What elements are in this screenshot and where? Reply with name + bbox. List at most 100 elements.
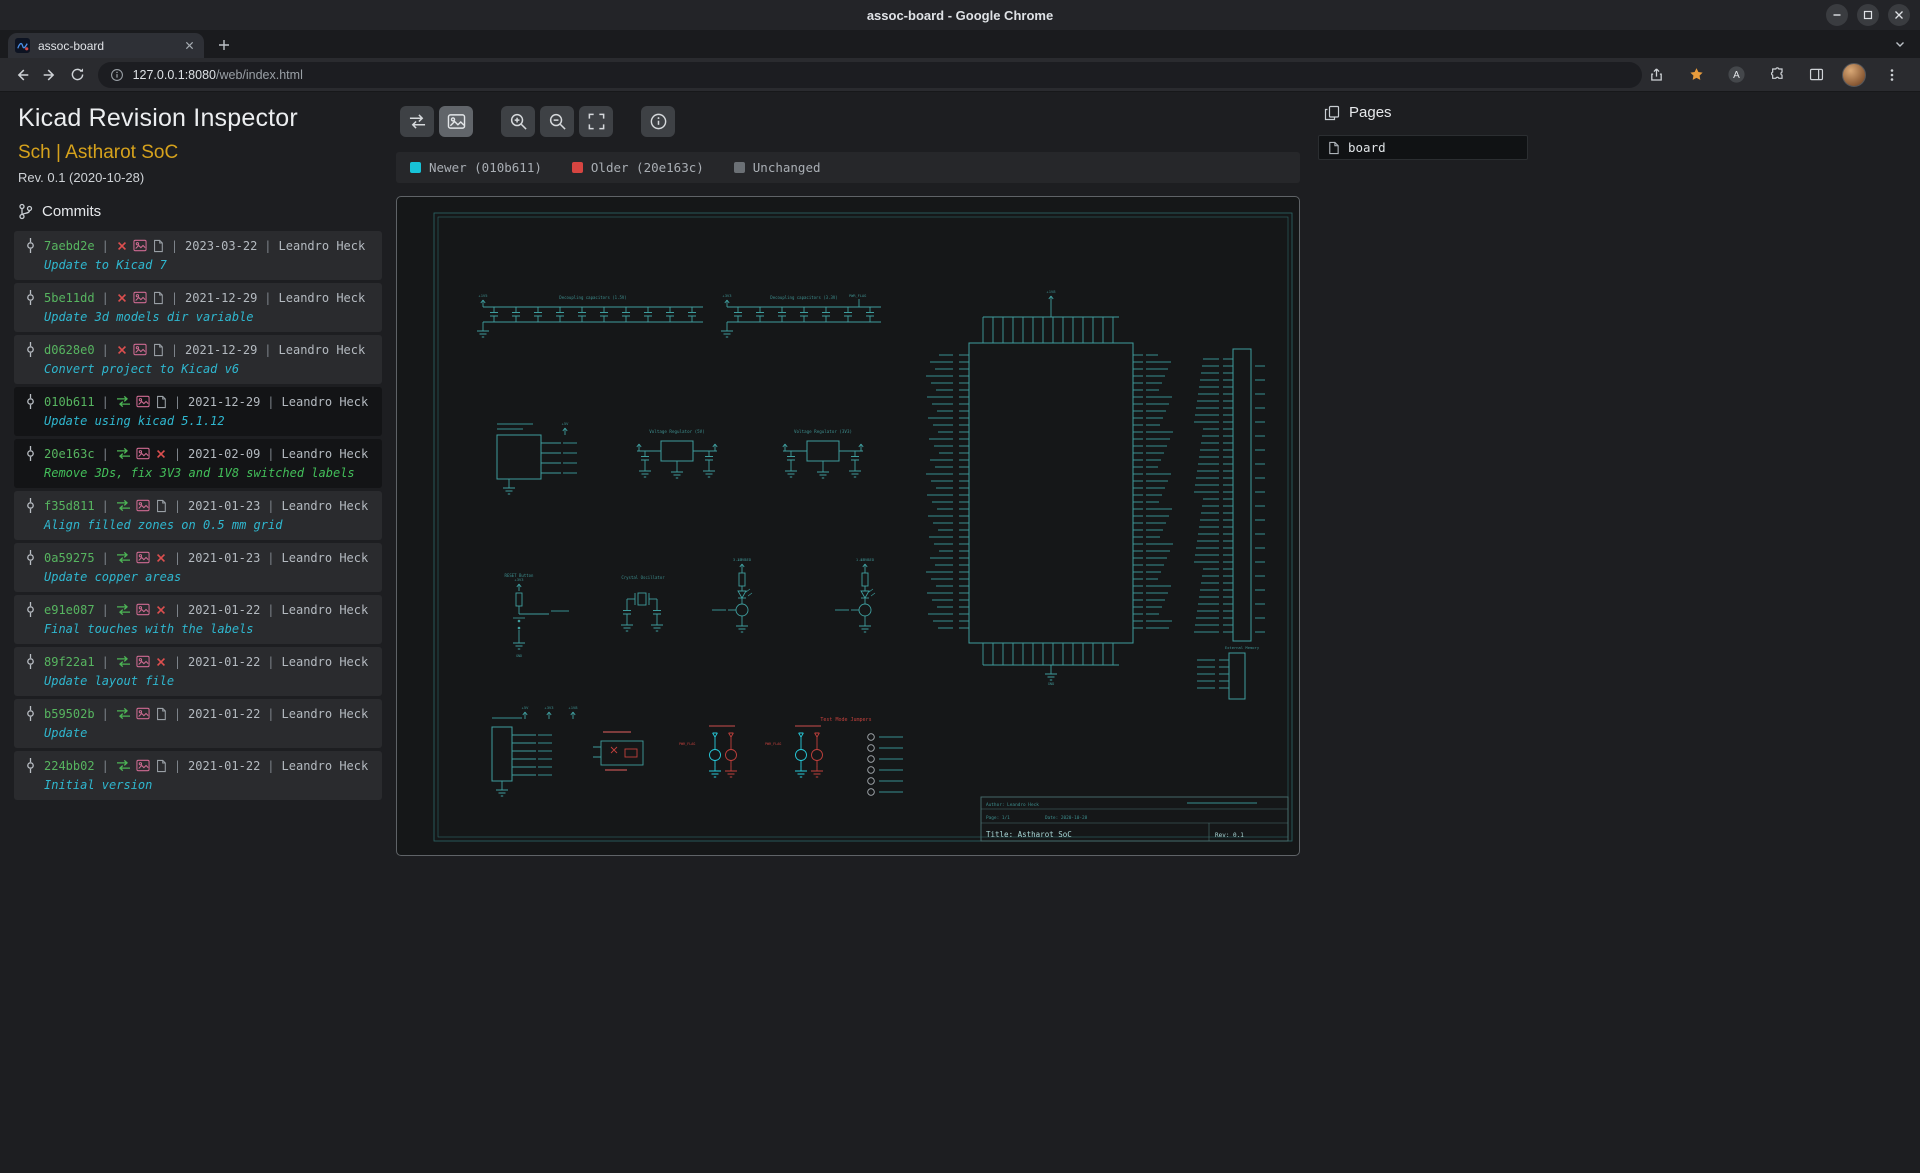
reload-button[interactable]	[64, 61, 92, 89]
forward-button[interactable]	[36, 61, 64, 89]
window-minimize-button[interactable]	[1826, 4, 1848, 26]
commit-node-icon	[24, 654, 37, 669]
git-branch-icon	[18, 203, 33, 220]
profile-avatar[interactable]	[1842, 63, 1866, 87]
legend-item: Unchanged	[734, 160, 821, 175]
url-bar[interactable]: 127.0.0.1:8080/web/index.html	[98, 62, 1642, 88]
pages-heading: Pages	[1324, 104, 1528, 121]
commit-item[interactable]: 224bb02||2021-01-22|Leandro HeckInitial …	[14, 751, 382, 800]
commit-meta: 20e163c||2021-02-09|Leandro Heck	[24, 446, 372, 461]
separator: |	[102, 603, 109, 617]
commit-author: Leandro Heck	[279, 291, 366, 305]
swap-icon	[116, 655, 131, 668]
window-close-button[interactable]	[1888, 4, 1910, 26]
back-button[interactable]	[8, 61, 36, 89]
commit-date: 2021-12-29	[185, 291, 257, 305]
commit-meta: 0a59275||2021-01-23|Leandro Heck	[24, 550, 372, 565]
commit-message: Align filled zones on 0.5 mm grid	[44, 518, 372, 533]
commit-status-icons	[116, 759, 167, 773]
commit-item[interactable]: 5be11dd||2021-12-29|Leandro HeckUpdate 3…	[14, 283, 382, 332]
svg-text:Decoupling capacitors (3.3V): Decoupling capacitors (3.3V)	[770, 295, 837, 300]
swap-icon	[116, 759, 131, 772]
separator: |	[267, 447, 274, 461]
separator: |	[102, 655, 109, 669]
commit-item[interactable]: e91e087||2021-01-22|Leandro HeckFinal to…	[14, 595, 382, 644]
separator: |	[171, 343, 178, 357]
site-info-icon[interactable]	[110, 68, 124, 82]
tab-search-chevron-icon[interactable]	[1890, 34, 1910, 54]
commit-status-icons	[116, 499, 167, 513]
commit-item[interactable]: d0628e0||2021-12-29|Leandro HeckConvert …	[14, 335, 382, 384]
swap-icon	[116, 603, 131, 616]
extensions-puzzle-icon[interactable]	[1762, 61, 1790, 89]
commit-item[interactable]: b59502b||2021-01-22|Leandro HeckUpdate	[14, 699, 382, 748]
svg-text:+1V8: +1V8	[860, 557, 870, 562]
zoom-fit-button[interactable]	[579, 106, 613, 137]
window-maximize-button[interactable]	[1857, 4, 1879, 26]
pages-list: board	[1318, 135, 1528, 160]
zoom-out-button[interactable]	[540, 106, 574, 137]
share-icon[interactable]	[1642, 61, 1670, 89]
commit-item[interactable]: 89f22a1||2021-01-22|Leandro HeckUpdate l…	[14, 647, 382, 696]
image-icon	[136, 603, 150, 616]
commit-item[interactable]: 010b611||2021-12-29|Leandro HeckUpdate u…	[14, 387, 382, 436]
browser-tab[interactable]: assoc-board	[8, 33, 204, 58]
browser-navbar: 127.0.0.1:8080/web/index.html A	[0, 58, 1920, 92]
svg-text:+5V: +5V	[562, 421, 570, 426]
commit-date: 2021-12-29	[185, 343, 257, 357]
bookmark-star-icon[interactable]	[1682, 61, 1710, 89]
x-icon	[155, 604, 167, 616]
svg-text:+1V8: +1V8	[1046, 289, 1056, 294]
separator: |	[267, 499, 274, 513]
commit-author: Leandro Heck	[282, 551, 369, 565]
diff-swap-button[interactable]	[400, 106, 434, 137]
separator: |	[267, 707, 274, 721]
commit-node-icon	[24, 342, 37, 357]
commit-item[interactable]: 0a59275||2021-01-23|Leandro HeckUpdate c…	[14, 543, 382, 592]
commit-date: 2021-01-22	[188, 707, 260, 721]
tab-close-icon[interactable]	[181, 38, 197, 54]
svg-text:PWR_FLAG: PWR_FLAG	[765, 742, 781, 746]
commit-item[interactable]: 20e163c||2021-02-09|Leandro HeckRemove 3…	[14, 439, 382, 488]
zoom-in-button[interactable]	[501, 106, 535, 137]
separator: |	[102, 499, 109, 513]
separator: |	[102, 395, 109, 409]
page-item-board[interactable]: board	[1318, 135, 1528, 160]
menu-kebab-icon[interactable]	[1878, 61, 1906, 89]
image-button[interactable]	[439, 106, 473, 137]
commit-item[interactable]: f35d811||2021-01-23|Leandro HeckAlign fi…	[14, 491, 382, 540]
commit-item[interactable]: 7aebd2e||2023-03-22|Leandro HeckUpdate t…	[14, 231, 382, 280]
new-tab-button[interactable]	[212, 33, 236, 57]
separator: |	[102, 447, 109, 461]
separator: |	[174, 655, 181, 669]
separator: |	[102, 551, 109, 565]
viewer-toolbar	[400, 106, 675, 137]
info-button[interactable]	[641, 106, 675, 137]
svg-text:Page: 1/1: Page: 1/1	[986, 815, 1010, 821]
swap-icon	[116, 707, 131, 720]
image-icon	[136, 707, 150, 720]
pages-sidebar: Pages board	[1318, 104, 1528, 160]
separator: |	[264, 291, 271, 305]
separator: |	[102, 291, 109, 305]
side-panel-icon[interactable]	[1802, 61, 1830, 89]
svg-text:Author: Leandro Heck: Author: Leandro Heck	[986, 802, 1039, 808]
x-icon	[116, 292, 128, 304]
svg-text:Voltage Regulator (3V3): Voltage Regulator (3V3)	[794, 429, 852, 434]
separator: |	[102, 239, 109, 253]
commit-hash: 89f22a1	[44, 655, 95, 669]
legend-label: Newer (010b611)	[429, 160, 542, 175]
separator: |	[264, 343, 271, 357]
svg-text:Rev: 0.1: Rev: 0.1	[1215, 832, 1244, 839]
svg-text:+1V5: +1V5	[478, 293, 487, 298]
svg-text:PWR_FLAG: PWR_FLAG	[679, 742, 695, 746]
svg-text:Voltage Regulator (5V): Voltage Regulator (5V)	[649, 429, 704, 434]
commit-author: Leandro Heck	[282, 759, 369, 773]
window-title: assoc-board - Google Chrome	[867, 8, 1053, 23]
commit-status-icons	[116, 551, 167, 564]
separator: |	[267, 395, 274, 409]
schematic-viewer[interactable]: Decoupling capacitors (1.5V)+1V5Decoupli…	[396, 196, 1300, 856]
legend-swatch	[410, 162, 421, 173]
commit-node-icon	[24, 290, 37, 305]
extension-a-icon[interactable]: A	[1722, 61, 1750, 89]
